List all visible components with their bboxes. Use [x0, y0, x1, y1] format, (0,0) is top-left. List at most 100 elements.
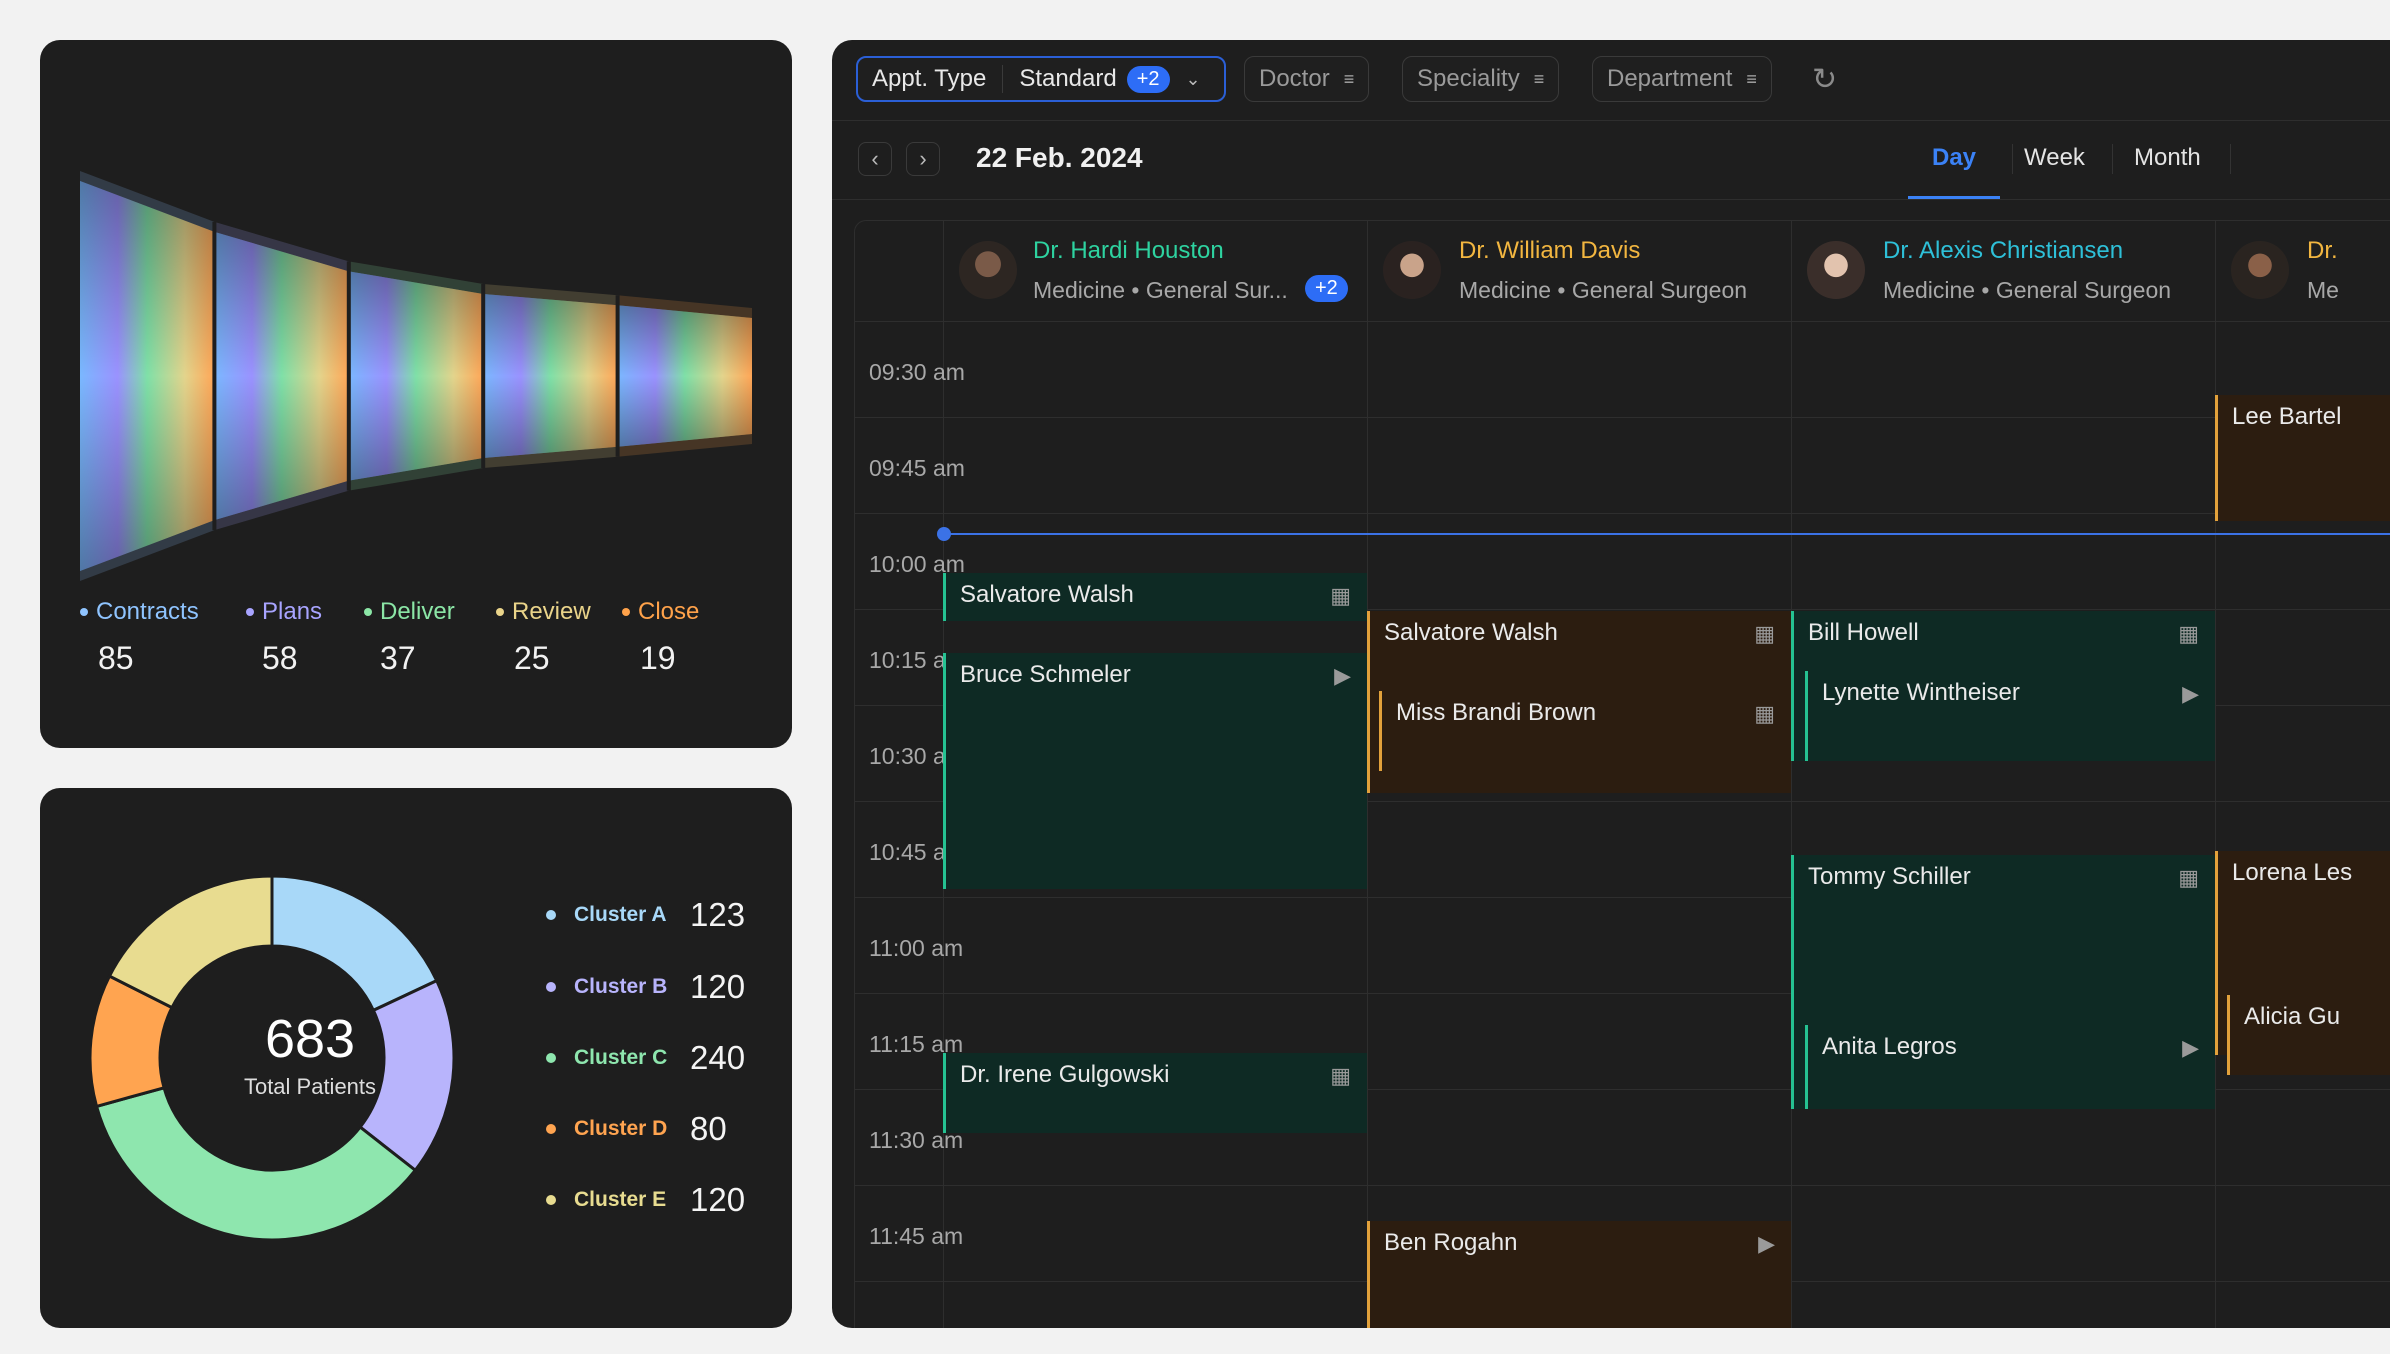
chevron-down-icon: ⌄ [1185, 68, 1201, 89]
column-divider [2215, 221, 2216, 1328]
appt-type-label: Appt. Type [872, 65, 987, 92]
divider [832, 120, 2390, 121]
column-divider [1791, 221, 1792, 1328]
doctor-speciality: Medicine • General Surgeon [1459, 277, 1748, 303]
cluster-name: Cluster C [574, 1046, 668, 1069]
appt-type-filter[interactable]: Appt. Type Standard +2 ⌄ [856, 56, 1226, 102]
calendar-icon: ▦ [1330, 583, 1351, 608]
doctor-filter-label: Doctor [1259, 65, 1330, 92]
patient-name: Dr. Irene Gulgowski [960, 1061, 1170, 1088]
appointment-card[interactable]: Miss Brandi Brown ▦ [1379, 691, 1791, 771]
filter-list-icon: ≡ [1343, 68, 1355, 89]
legend-cluster-d: Cluster D 80 [546, 1109, 727, 1149]
legend-dot [546, 1053, 556, 1063]
patient-name: Lynette Wintheiser [1822, 679, 2020, 706]
stage-value: 19 [640, 640, 676, 676]
legend-dot [546, 1124, 556, 1134]
doctor-column-header[interactable]: Dr. Alexis Christiansen Medicine • Gener… [1791, 221, 2215, 321]
time-label: 09:30 am [869, 359, 965, 385]
cluster-value: 120 [690, 1181, 746, 1218]
patient-name: Lorena Les [2232, 859, 2353, 886]
legend-deliver: Deliver [364, 598, 455, 626]
divider [1002, 65, 1004, 93]
patient-name: Ben Rogahn [1384, 1229, 1518, 1256]
cluster-name: Cluster B [574, 975, 668, 998]
legend-label: Contracts [96, 598, 199, 625]
video-icon: ▶ [1334, 663, 1351, 688]
time-label: 11:45 am [869, 1223, 964, 1249]
current-time-line [943, 533, 2390, 535]
legend-contracts: Contracts [80, 598, 199, 626]
stage-value: 58 [262, 640, 298, 676]
divider [2112, 144, 2113, 174]
department-filter[interactable]: Department ≡ [1592, 56, 1772, 102]
doctor-name: Dr. [2307, 237, 2338, 264]
stage-value: 37 [380, 640, 416, 676]
appointment-card[interactable]: Anita Legros ▶ [1805, 1025, 2215, 1109]
calendar-icon: ▦ [2178, 865, 2199, 890]
appointment-card[interactable]: Lee Bartel [2215, 395, 2390, 521]
legend-cluster-c: Cluster C 240 [546, 1038, 745, 1078]
row-divider [855, 417, 2390, 418]
avatar [2231, 241, 2289, 299]
avatar [959, 241, 1017, 299]
funnel-stage-shade [483, 293, 618, 459]
legend-cluster-b: Cluster B 120 [546, 967, 745, 1007]
appointment-card[interactable]: Ben Rogahn ▶ [1367, 1221, 1791, 1328]
cluster-name: Cluster E [574, 1188, 667, 1211]
legend-dot [546, 910, 556, 920]
cluster-value: 80 [690, 1110, 727, 1147]
legend-cluster-e: Cluster E 120 [546, 1180, 745, 1220]
legend-dot [546, 1195, 556, 1205]
row-divider [855, 1185, 2390, 1186]
legend-plans: Plans [246, 598, 322, 626]
tab-month[interactable]: Month [2134, 144, 2201, 172]
funnel-stage-shade [617, 305, 752, 447]
appt-type-count-badge: +2 [1126, 65, 1170, 93]
tab-week[interactable]: Week [2024, 144, 2085, 172]
row-divider [855, 321, 2390, 322]
appointment-card[interactable]: Dr. Irene Gulgowski ▦ [943, 1053, 1367, 1133]
avatar [1383, 241, 1441, 299]
divider [832, 199, 2390, 200]
speciality-filter[interactable]: Speciality ≡ [1402, 56, 1560, 102]
doctor-column-header[interactable]: Dr. William Davis Medicine • General Sur… [1367, 221, 1791, 321]
next-date-button[interactable]: › [906, 142, 940, 176]
prev-date-button[interactable]: ‹ [858, 142, 892, 176]
patient-name: Bruce Schmeler [960, 661, 1131, 688]
patient-name: Salvatore Walsh [960, 581, 1134, 608]
cluster-value: 240 [690, 1039, 746, 1076]
calendar-clock-icon: ▦ [1330, 1063, 1351, 1088]
doctor-filter[interactable]: Doctor ≡ [1244, 56, 1370, 102]
appointment-card[interactable]: Alicia Gu [2227, 995, 2390, 1075]
scheduler-panel: Appt. Type Standard +2 ⌄ Doctor ≡ Specia… [832, 40, 2390, 1328]
appointment-card[interactable]: Salvatore Walsh ▦ [943, 573, 1367, 621]
appt-type-value: Standard [1019, 65, 1117, 92]
row-divider [855, 513, 2390, 514]
patient-name: Lee Bartel [2232, 403, 2342, 430]
calendar-icon: ▦ [1754, 621, 1775, 646]
funnel-card: Contracts 85 Plans 58 Deliver 37 Review … [40, 40, 792, 748]
legend-label: Deliver [380, 598, 455, 625]
video-icon: ▶ [2182, 1035, 2199, 1060]
appointment-card[interactable]: Bruce Schmeler ▶ [943, 653, 1367, 889]
refresh-icon[interactable]: ↻ [1812, 62, 1837, 97]
patient-name: Miss Brandi Brown [1396, 699, 1597, 726]
video-icon: ▶ [1758, 1231, 1775, 1256]
patient-name: Tommy Schiller [1808, 863, 1971, 890]
patient-name: Anita Legros [1822, 1033, 1957, 1060]
funnel-stage-shade [348, 271, 484, 481]
patient-name: Salvatore Walsh [1384, 619, 1558, 646]
doctor-column-header[interactable]: Dr. Hardi Houston Medicine • General Sur… [943, 221, 1367, 321]
filter-list-icon: ≡ [1746, 68, 1757, 89]
appointment-card[interactable]: Lynette Wintheiser ▶ [1805, 671, 2215, 761]
legend-label: Review [512, 598, 591, 625]
tab-day[interactable]: Day [1932, 144, 1976, 172]
legend-dot [364, 608, 372, 616]
calendar-clock-icon: ▦ [2178, 621, 2199, 646]
funnel-stage-shade [214, 231, 349, 521]
time-label: 09:45 am [869, 455, 965, 481]
doctor-column-header[interactable]: Dr. Me [2215, 221, 2390, 321]
doctor-extra-badge: +2 [1305, 275, 1348, 302]
calendar-grid: 09:30 am 09:45 am 10:00 am 10:15 am 10:3… [854, 220, 2390, 1328]
